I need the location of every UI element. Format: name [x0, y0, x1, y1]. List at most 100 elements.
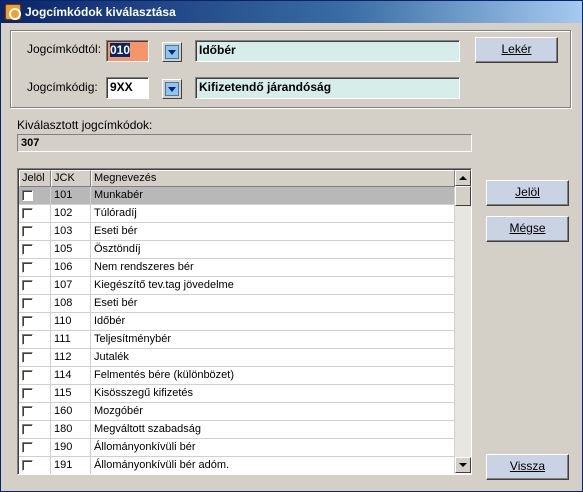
- to-label: Jogcímkódig:: [27, 80, 98, 94]
- name-cell: Nem rendszeres bér: [91, 259, 455, 276]
- selected-codes-field: 307: [17, 134, 472, 152]
- code-cell: 106: [51, 259, 91, 276]
- code-cell: 108: [51, 295, 91, 312]
- checkbox-icon[interactable]: [22, 460, 33, 471]
- checkbox-icon[interactable]: [22, 190, 33, 201]
- table-row[interactable]: 111 Teljesítménybér: [19, 331, 455, 349]
- code-cell: 190: [51, 439, 91, 456]
- to-code-input[interactable]: 9XX: [106, 77, 149, 99]
- grid-header: Jelöl JCK Megnevezés: [19, 170, 455, 187]
- mark-cell: [19, 295, 51, 312]
- checkbox-icon[interactable]: [22, 298, 33, 309]
- table-row[interactable]: 191 Állományonkívüli bér adóm.: [19, 457, 455, 474]
- mark-cell: [19, 259, 51, 276]
- table-row[interactable]: 102 Túlóradíj: [19, 205, 455, 223]
- code-cell: 160: [51, 403, 91, 420]
- code-cell: 103: [51, 223, 91, 240]
- name-cell: Jutalék: [91, 349, 455, 366]
- checkbox-icon[interactable]: [22, 226, 33, 237]
- dropdown-arrow-icon: [165, 82, 179, 96]
- from-label: Jogcímkódtól:: [27, 42, 102, 56]
- name-cell: Időbér: [91, 313, 455, 330]
- selected-codes-label: Kiválasztott jogcímkódok:: [17, 118, 153, 132]
- name-cell: Megváltott szabadság: [91, 421, 455, 438]
- checkbox-icon[interactable]: [22, 352, 33, 363]
- checkbox-icon[interactable]: [22, 370, 33, 381]
- table-row[interactable]: 107 Kiegészítő tev.tag jövedelme: [19, 277, 455, 295]
- to-dropdown-button[interactable]: [162, 79, 182, 99]
- name-cell: Mozgóbér: [91, 403, 455, 420]
- table-row[interactable]: 160 Mozgóbér: [19, 403, 455, 421]
- from-description-field: Időbér: [195, 40, 460, 62]
- column-header-mark[interactable]: Jelöl: [19, 170, 51, 187]
- name-cell: Eseti bér: [91, 295, 455, 312]
- code-cell: 101: [51, 187, 91, 204]
- scroll-down-icon[interactable]: [455, 457, 471, 473]
- table-row[interactable]: 115 Kisösszegű kifizetés: [19, 385, 455, 403]
- table-row[interactable]: 105 Ösztöndíj: [19, 241, 455, 259]
- app-icon: [5, 4, 21, 20]
- scroll-thumb[interactable]: [455, 186, 471, 206]
- code-cell: 191: [51, 457, 91, 474]
- name-cell: Felmentés bére (különbözet): [91, 367, 455, 384]
- table-row[interactable]: 110 Időbér: [19, 313, 455, 331]
- mark-cell: [19, 223, 51, 240]
- checkbox-icon[interactable]: [22, 424, 33, 435]
- code-cell: 180: [51, 421, 91, 438]
- table-row[interactable]: 114 Felmentés bére (különbözet): [19, 367, 455, 385]
- name-cell: Kiegészítő tev.tag jövedelme: [91, 277, 455, 294]
- table-row[interactable]: 190 Állományonkívüli bér: [19, 439, 455, 457]
- mark-cell: [19, 367, 51, 384]
- vertical-scrollbar[interactable]: [455, 170, 471, 473]
- table-row[interactable]: 101 Munkabér: [19, 187, 455, 205]
- checkbox-icon[interactable]: [22, 280, 33, 291]
- table-row[interactable]: 106 Nem rendszeres bér: [19, 259, 455, 277]
- grid-rows: 101 Munkabér 102 Túlóradíj 103 Eseti bér 105 Ös…: [19, 187, 455, 474]
- checkbox-icon[interactable]: [22, 316, 33, 327]
- to-description-field: Kifizetendő járandóság: [195, 77, 460, 99]
- table-row[interactable]: 103 Eseti bér: [19, 223, 455, 241]
- code-cell: 110: [51, 313, 91, 330]
- code-cell: 102: [51, 205, 91, 222]
- code-cell: 105: [51, 241, 91, 258]
- dropdown-arrow-icon: [165, 45, 179, 59]
- mark-cell: [19, 439, 51, 456]
- checkbox-icon[interactable]: [22, 262, 33, 273]
- checkbox-icon[interactable]: [22, 406, 33, 417]
- table-row[interactable]: 108 Eseti bér: [19, 295, 455, 313]
- table-row[interactable]: 112 Jutalék: [19, 349, 455, 367]
- name-cell: Ösztöndíj: [91, 241, 455, 258]
- mark-button[interactable]: Jelöl: [486, 180, 569, 206]
- codes-grid: Jelöl JCK Megnevezés 101 Munkabér 102 Túlór…: [17, 168, 472, 475]
- mark-cell: [19, 457, 51, 474]
- fetch-button[interactable]: Lekér: [475, 37, 558, 63]
- name-cell: Túlóradíj: [91, 205, 455, 222]
- mark-cell: [19, 313, 51, 330]
- code-cell: 115: [51, 385, 91, 402]
- checkbox-icon[interactable]: [22, 334, 33, 345]
- checkbox-icon[interactable]: [22, 388, 33, 399]
- checkbox-icon[interactable]: [22, 244, 33, 255]
- checkbox-icon[interactable]: [22, 208, 33, 219]
- column-header-code[interactable]: JCK: [51, 170, 91, 187]
- table-row[interactable]: 180 Megváltott szabadság: [19, 421, 455, 439]
- name-cell: Állományonkívüli bér: [91, 439, 455, 456]
- mark-cell: [19, 403, 51, 420]
- name-cell: Teljesítménybér: [91, 331, 455, 348]
- mark-cell: [19, 349, 51, 366]
- from-code-value: 010: [110, 43, 131, 57]
- title-bar: Jogcímkódok kiválasztása: [1, 1, 582, 23]
- code-cell: 114: [51, 367, 91, 384]
- scroll-up-icon[interactable]: [455, 170, 471, 186]
- mark-cell: [19, 205, 51, 222]
- cancel-button[interactable]: Mégse: [486, 216, 569, 242]
- from-dropdown-button[interactable]: [162, 42, 182, 62]
- window-title: Jogcímkódok kiválasztása: [25, 5, 176, 19]
- code-cell: 107: [51, 277, 91, 294]
- code-cell: 112: [51, 349, 91, 366]
- from-code-input[interactable]: 010: [106, 40, 149, 62]
- back-button[interactable]: Vissza: [486, 454, 569, 480]
- checkbox-icon[interactable]: [22, 442, 33, 453]
- dialog-window: Jogcímkódok kiválasztása Jogcímkódtól: 0…: [0, 0, 583, 492]
- column-header-name[interactable]: Megnevezés: [91, 170, 455, 187]
